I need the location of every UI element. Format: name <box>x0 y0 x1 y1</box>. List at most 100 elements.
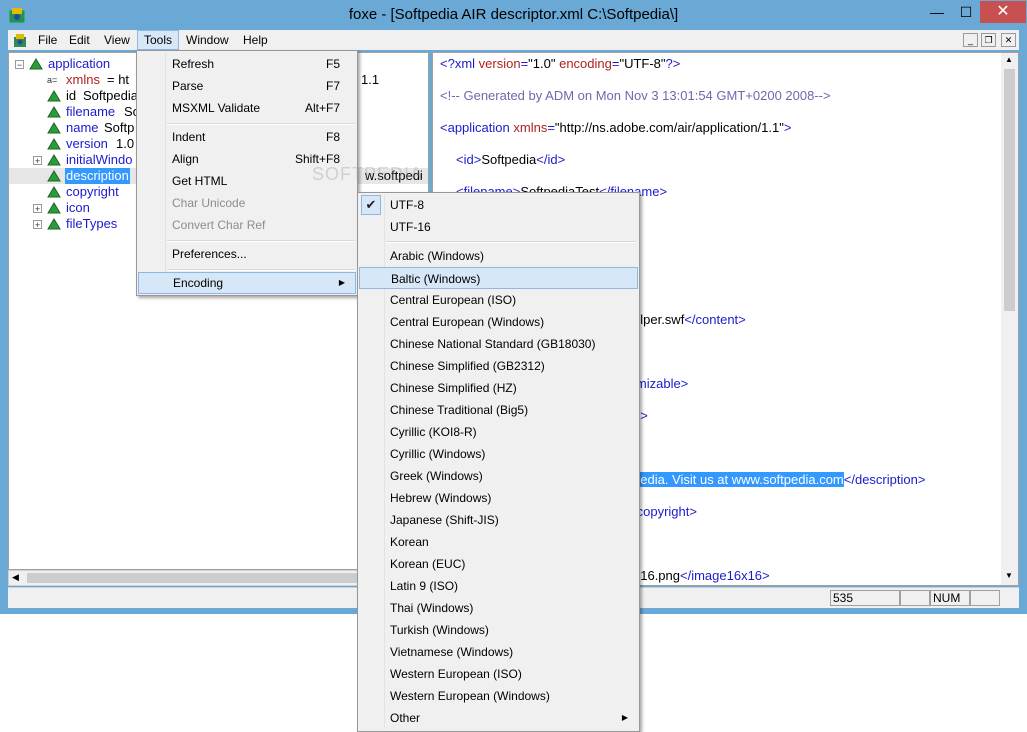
xml-comment-line: <!-- Generated by ADM on Mon Nov 3 13:01… <box>440 88 831 103</box>
element-node-icon <box>47 106 61 118</box>
maximize-button[interactable]: ☐ <box>952 1 980 23</box>
element-node-icon <box>47 138 61 150</box>
mdi-close-button[interactable]: ✕ <box>1001 33 1016 47</box>
element-node-icon <box>47 218 61 230</box>
status-num: NUM <box>930 590 970 606</box>
node-value: 1.0 <box>116 136 135 151</box>
encoding-chinese-hz[interactable]: Chinese Simplified (HZ) <box>359 377 638 399</box>
menu-separator <box>386 241 636 243</box>
encoding-western-european-iso[interactable]: Western European (ISO) <box>359 663 638 685</box>
element-node-icon <box>47 122 61 134</box>
mdi-minimize-button[interactable]: _ <box>963 33 978 47</box>
menu-window[interactable]: Window <box>180 30 235 50</box>
expand-toggle[interactable]: + <box>33 220 42 230</box>
status-position: 535 <box>830 590 900 606</box>
scroll-left-icon[interactable]: ◀ <box>12 572 19 583</box>
node-value: = ht <box>107 72 130 87</box>
document-icon[interactable] <box>12 33 28 48</box>
node-name-selected: description <box>65 168 130 184</box>
xml-line: /copyright> <box>633 504 697 519</box>
watermark: SOFTPEDIA <box>312 164 424 184</box>
node-name: version <box>66 136 108 151</box>
node-value: Softp <box>104 120 135 135</box>
tools-msxml-validate[interactable]: MSXML Validate Alt+F7 <box>138 97 356 119</box>
xml-line: imizable> <box>633 376 689 391</box>
encoding-vietnamese-windows[interactable]: Vietnamese (Windows) <box>359 641 638 663</box>
node-value: Softpedia <box>83 88 138 103</box>
checkmark-icon: ✔ <box>361 195 381 215</box>
tools-refresh[interactable]: Refresh F5 <box>138 53 356 75</box>
collapse-toggle[interactable]: − <box>15 60 24 70</box>
status-empty-cell <box>970 590 1000 606</box>
menu-tools[interactable]: Tools <box>137 30 180 50</box>
encoding-other[interactable]: Other ▶ <box>359 707 638 729</box>
node-name: xmlns <box>66 72 100 87</box>
scroll-thumb[interactable] <box>1004 69 1015 311</box>
title-bar: foxe - [Softpedia AIR descriptor.xml C:\… <box>0 0 1027 30</box>
tools-encoding[interactable]: Encoding ▶ <box>138 272 356 294</box>
encoding-submenu: ✔ UTF-8 UTF-16 Arabic (Windows) Baltic (… <box>357 192 640 732</box>
tools-parse[interactable]: Parse F7 <box>138 75 356 97</box>
encoding-central-european-iso[interactable]: Central European (ISO) <box>359 289 638 311</box>
encoding-japanese-shift-jis[interactable]: Japanese (Shift-JIS) <box>359 509 638 531</box>
scroll-down-icon[interactable]: ▼ <box>1005 571 1013 580</box>
menu-view[interactable]: View <box>98 30 136 50</box>
vertical-scrollbar[interactable]: ▲ ▼ <box>1001 53 1018 585</box>
encoding-thai-windows[interactable]: Thai (Windows) <box>359 597 638 619</box>
menu-file[interactable]: File <box>32 30 63 50</box>
encoding-korean-euc[interactable]: Korean (EUC) <box>359 553 638 575</box>
node-name: initialWindo <box>66 152 133 167</box>
encoding-central-european-windows[interactable]: Central European (Windows) <box>359 311 638 333</box>
encoding-arabic-windows[interactable]: Arabic (Windows) <box>359 245 638 267</box>
tools-indent[interactable]: Indent F8 <box>138 126 356 148</box>
element-node-icon <box>47 186 61 198</box>
xml-line: elper.swf</content> <box>633 312 746 327</box>
node-name: icon <box>66 200 90 215</box>
expand-toggle[interactable]: + <box>33 204 42 214</box>
encoding-baltic-windows[interactable]: Baltic (Windows) <box>359 267 638 289</box>
tools-convert-char-ref: Convert Char Ref <box>172 218 266 232</box>
mdi-restore-button[interactable]: ❐ <box>981 33 996 47</box>
tools-preferences[interactable]: Preferences... <box>138 243 356 265</box>
encoding-utf-16[interactable]: UTF-16 <box>359 216 638 238</box>
element-node-icon <box>47 90 61 102</box>
menu-separator <box>167 123 355 125</box>
menu-separator <box>167 269 355 271</box>
submenu-arrow-icon: ▶ <box>621 713 628 722</box>
encoding-latin-9-iso[interactable]: Latin 9 (ISO) <box>359 575 638 597</box>
encoding-korean[interactable]: Korean <box>359 531 638 553</box>
node-name: id <box>66 88 77 103</box>
encoding-hebrew-windows[interactable]: Hebrew (Windows) <box>359 487 638 509</box>
expand-toggle[interactable]: + <box>33 156 42 166</box>
node-name: filename <box>66 104 116 119</box>
close-button[interactable]: ✕ <box>980 1 1026 23</box>
node-name: fileTypes <box>66 216 118 231</box>
submenu-arrow-icon: ▶ <box>338 278 345 287</box>
tools-char-unicode: Char Unicode <box>172 196 246 210</box>
status-empty-cell <box>900 590 930 606</box>
menu-edit[interactable]: Edit <box>63 30 96 50</box>
xml-line: <id>Softpedia</id> <box>456 152 566 167</box>
minimize-button[interactable]: — <box>922 1 952 23</box>
encoding-utf-8[interactable]: ✔ UTF-8 <box>359 194 638 216</box>
scroll-thumb[interactable] <box>27 573 357 583</box>
tree-value-peek: 1.1 <box>361 72 380 87</box>
encoding-greek-windows[interactable]: Greek (Windows) <box>359 465 638 487</box>
element-node-icon <box>47 202 61 214</box>
attribute-node-icon: a= <box>47 75 58 85</box>
encoding-cyrillic-koi8r[interactable]: Cyrillic (KOI8-R) <box>359 421 638 443</box>
encoding-western-european-windows[interactable]: Western European (Windows) <box>359 685 638 707</box>
node-name: application <box>48 56 111 71</box>
node-name: name <box>66 120 99 135</box>
node-name: copyright <box>66 184 119 199</box>
xml-line: <application xmlns="http://ns.adobe.com/… <box>440 120 792 135</box>
encoding-chinese-gb18030[interactable]: Chinese National Standard (GB18030) <box>359 333 638 355</box>
menu-help[interactable]: Help <box>237 30 274 50</box>
scroll-up-icon[interactable]: ▲ <box>1005 55 1013 64</box>
xml-line: <?xml version="1.0" encoding="UTF-8"?> <box>440 56 681 71</box>
encoding-cyrillic-windows[interactable]: Cyrillic (Windows) <box>359 443 638 465</box>
xml-line: 016.png</image16x16> <box>633 568 770 583</box>
encoding-chinese-big5[interactable]: Chinese Traditional (Big5) <box>359 399 638 421</box>
encoding-turkish-windows[interactable]: Turkish (Windows) <box>359 619 638 641</box>
encoding-chinese-gb2312[interactable]: Chinese Simplified (GB2312) <box>359 355 638 377</box>
